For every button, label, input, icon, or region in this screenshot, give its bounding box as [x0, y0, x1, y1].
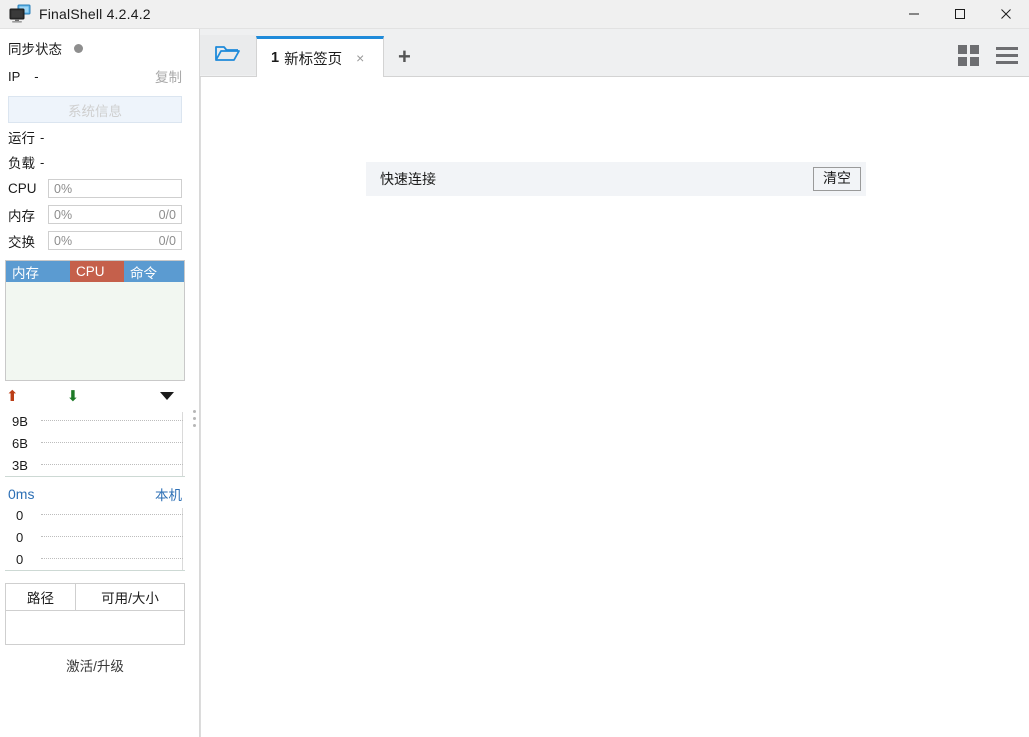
cpu-meter-percent: 0%	[54, 182, 72, 196]
network-graph: 9B 6B 3B	[5, 408, 185, 477]
ping-header: 0ms 本机	[0, 484, 190, 504]
main-area: 1 新标签页 × + 快速连接 清空	[200, 29, 1029, 737]
disk-table: 路径 可用/大小	[5, 583, 185, 645]
memory-meter-bar: 0% 0/0	[48, 205, 182, 224]
load-value: -	[40, 155, 44, 170]
memory-meter-row: 内存 0% 0/0	[0, 204, 190, 225]
clear-button[interactable]: 清空	[813, 167, 861, 190]
network-gridline	[41, 420, 183, 421]
load-row: 负载 -	[0, 151, 190, 173]
arrow-down-icon: ⬇	[67, 389, 80, 404]
monitor-icon	[9, 4, 31, 24]
process-table-header: 内存 CPU 命令	[6, 261, 184, 282]
network-toolbar: ⬆ ⬇	[0, 384, 190, 408]
system-info-sidebar: 同步状态 IP - 复制 系统信息 运行 - 负载 - CPU	[0, 29, 190, 737]
network-y-label: 3B	[12, 459, 28, 472]
cpu-meter-label: CPU	[8, 181, 48, 196]
ping-gridline	[41, 558, 183, 559]
ping-y-label: 0	[16, 531, 23, 544]
title-bar: FinalShell 4.2.4.2	[0, 0, 1029, 29]
disk-table-body[interactable]	[6, 611, 184, 644]
hamburger-menu-icon[interactable]	[996, 47, 1018, 64]
window-controls	[891, 0, 1029, 28]
tab-content: 快速连接 清空	[200, 77, 1029, 737]
system-info-button[interactable]: 系统信息	[8, 96, 182, 123]
load-label: 负载	[8, 152, 35, 172]
sync-status-label: 同步状态	[8, 38, 62, 58]
uptime-row: 运行 -	[0, 126, 190, 148]
add-tab-button[interactable]: +	[398, 46, 411, 68]
network-gridline	[41, 464, 183, 465]
window-body: 同步状态 IP - 复制 系统信息 运行 - 负载 - CPU	[0, 29, 1029, 737]
splitter-grip-icon	[193, 410, 196, 431]
network-graph-axis	[182, 412, 183, 476]
swap-meter-percent: 0%	[54, 234, 72, 248]
ping-y-label: 0	[16, 553, 23, 566]
triangle-down-icon[interactable]	[160, 392, 174, 400]
close-button[interactable]	[983, 0, 1029, 28]
memory-meter-detail: 0/0	[159, 208, 176, 222]
ping-y-label: 0	[16, 509, 23, 522]
minimize-button[interactable]	[891, 0, 937, 28]
ping-gridline	[41, 514, 183, 515]
quick-connect-label: 快速连接	[380, 169, 436, 189]
status-dot-icon	[74, 44, 83, 53]
memory-meter-label: 内存	[8, 205, 48, 225]
disk-column-path[interactable]: 路径	[6, 584, 76, 610]
disk-table-header: 路径 可用/大小	[6, 584, 184, 611]
process-table-body[interactable]	[6, 282, 184, 380]
copy-ip-button[interactable]: 复制	[155, 66, 182, 86]
ping-graph: 0 0 0	[5, 504, 185, 571]
ping-latency: 0ms	[8, 486, 34, 502]
maximize-button[interactable]	[937, 0, 983, 28]
activate-upgrade-link[interactable]: 激活/升级	[0, 655, 190, 675]
uptime-label: 运行	[8, 127, 35, 147]
sidebar-splitter[interactable]	[190, 29, 200, 737]
cpu-meter-row: CPU 0%	[0, 178, 190, 199]
ping-graph-axis	[182, 508, 183, 570]
window-title: FinalShell 4.2.4.2	[39, 6, 151, 22]
quick-connect-bar: 快速连接 清空	[366, 162, 866, 196]
tab-label: 新标签页	[284, 48, 342, 69]
network-y-label: 9B	[12, 415, 28, 428]
process-column-memory[interactable]: 内存	[6, 261, 70, 282]
sync-status-row: 同步状态	[0, 36, 190, 60]
memory-meter-percent: 0%	[54, 208, 72, 222]
cpu-meter-bar: 0%	[48, 179, 182, 198]
process-column-cpu[interactable]: CPU	[70, 261, 124, 282]
tab-strip-actions	[958, 45, 1018, 66]
ping-gridline	[41, 536, 183, 537]
swap-meter-label: 交换	[8, 231, 48, 251]
swap-meter-bar: 0% 0/0	[48, 231, 182, 250]
disk-column-available-size[interactable]: 可用/大小	[76, 584, 184, 610]
uptime-value: -	[40, 130, 44, 145]
process-table: 内存 CPU 命令	[5, 260, 185, 381]
ip-label: IP	[8, 69, 20, 84]
finalshell-window: FinalShell 4.2.4.2 同步状态 IP -	[0, 0, 1029, 737]
arrow-up-icon: ⬆	[6, 389, 19, 404]
tab-strip: 1 新标签页 × +	[200, 29, 1029, 77]
swap-meter-detail: 0/0	[159, 234, 176, 248]
ip-row: IP - 复制	[0, 64, 190, 88]
open-folder-button[interactable]	[200, 35, 256, 75]
open-folder-icon	[214, 43, 242, 68]
network-gridline	[41, 442, 183, 443]
ping-host[interactable]: 本机	[155, 484, 182, 504]
tab-index: 1	[271, 50, 279, 66]
grid-view-icon[interactable]	[958, 45, 979, 66]
network-y-label: 6B	[12, 437, 28, 450]
tab-new-page[interactable]: 1 新标签页 ×	[256, 36, 384, 77]
swap-meter-row: 交换 0% 0/0	[0, 230, 190, 251]
tab-close-icon[interactable]: ×	[356, 51, 364, 65]
ip-value: -	[34, 69, 38, 84]
process-column-command[interactable]: 命令	[124, 261, 184, 282]
